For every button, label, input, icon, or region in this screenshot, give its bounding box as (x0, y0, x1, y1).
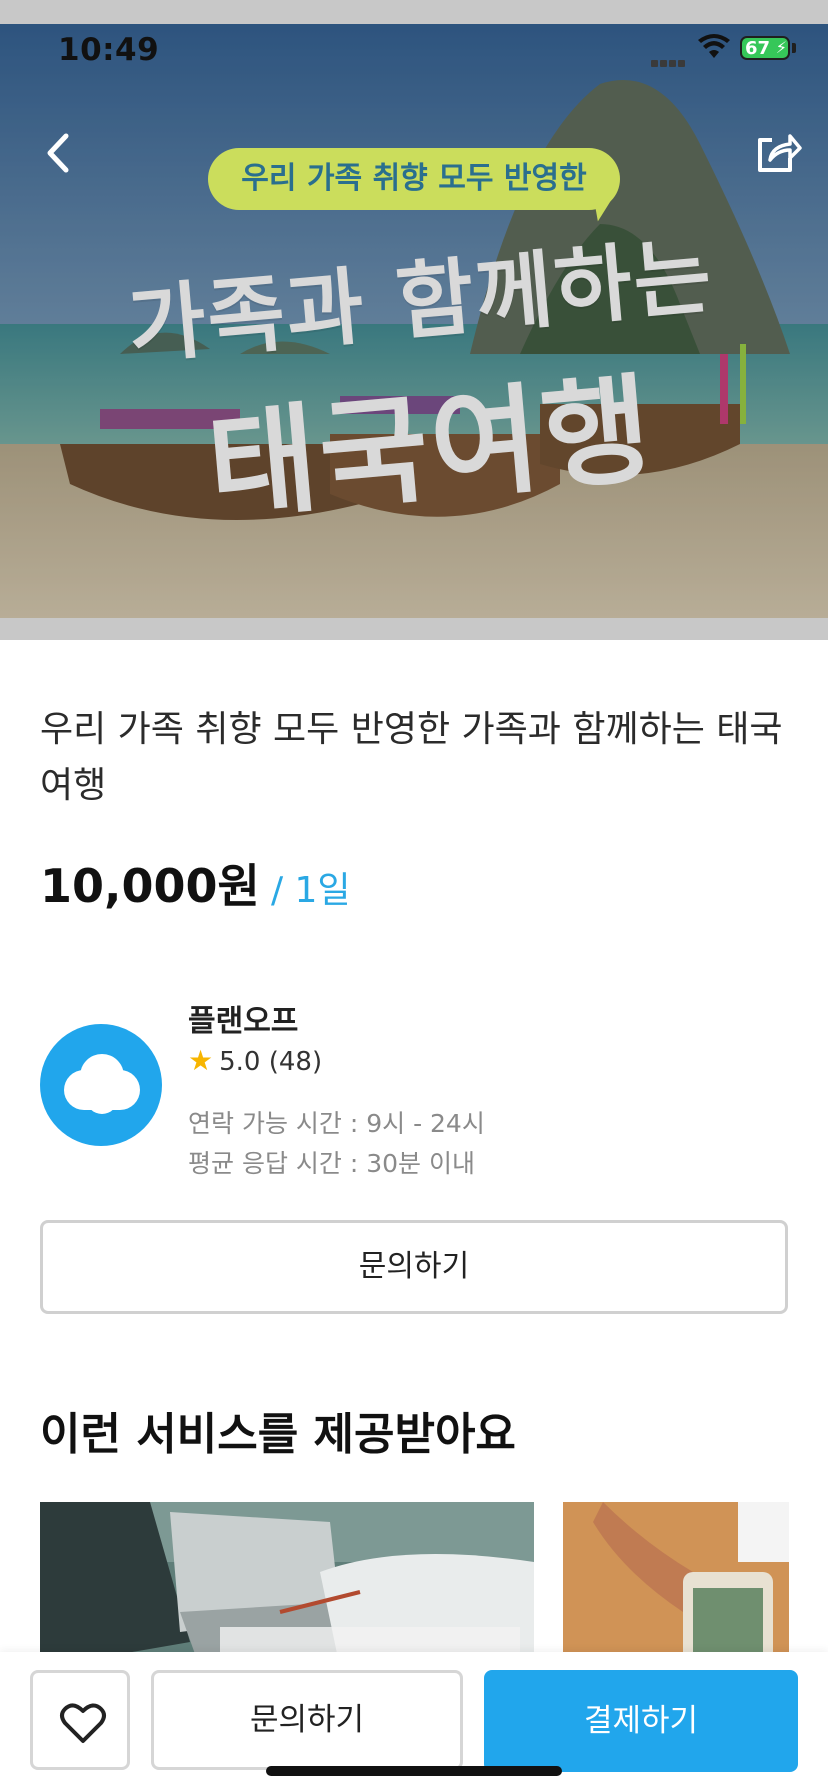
chevron-left-icon (47, 133, 69, 173)
star-icon: ★ (188, 1044, 214, 1077)
price-unit: / 1일 (270, 870, 351, 911)
price-row: 10,000원 / 1일 (40, 850, 351, 916)
seller-name[interactable]: 플랜오프 (188, 996, 298, 1040)
like-button[interactable] (30, 1670, 130, 1770)
rating-score: 5.0 (219, 1047, 261, 1077)
signal-icon (651, 52, 687, 71)
seller-avatar[interactable] (40, 1024, 162, 1146)
charging-icon: ⚡ (775, 38, 787, 57)
phone-hand-image (563, 1502, 789, 1668)
service-card-image[interactable] (563, 1502, 789, 1668)
status-bar: 10:49 67 ⚡ (0, 0, 828, 100)
home-indicator[interactable] (266, 1766, 562, 1776)
battery-cap (792, 43, 796, 53)
product-price: 10,000원 (40, 859, 260, 913)
inquiry-button[interactable]: 문의하기 (40, 1220, 788, 1314)
heart-icon (60, 1703, 106, 1743)
bottom-action-bar: 문의하기 결제하기 (0, 1652, 828, 1792)
hero-bubble-text: 우리 가족 취향 모두 반영한 (241, 161, 587, 196)
laptop-desk-image (40, 1502, 534, 1668)
review-count: (48) (268, 1047, 323, 1077)
response-time: 평균 응답 시간 : 30분 이내 (188, 1149, 475, 1178)
contact-hours: 연락 가능 시간 : 9시 - 24시 (188, 1109, 485, 1138)
share-button[interactable] (752, 128, 802, 178)
seller-rating: ★ 5.0 (48) (188, 1044, 322, 1077)
cloud-icon (64, 1054, 140, 1114)
status-time: 10:49 (58, 32, 160, 68)
product-title: 우리 가족 취향 모두 반영한 가족과 함께하는 태국 여행 (40, 709, 783, 806)
hero-banner: 10:49 67 ⚡ 우리 가족 취향 모두 반영한 가족과 함께하는 태국여행 (0, 0, 828, 640)
share-icon (758, 134, 802, 172)
services-section-title: 이런 서비스를 제공받아요 (40, 1409, 516, 1460)
pay-button[interactable]: 결제하기 (484, 1670, 798, 1772)
service-card-image[interactable] (40, 1502, 534, 1668)
back-button[interactable] (36, 128, 80, 178)
battery-level: 67 (745, 38, 771, 59)
battery-icon: 67 ⚡ (740, 36, 790, 60)
bottom-inquiry-button[interactable]: 문의하기 (151, 1670, 463, 1770)
wifi-icon (697, 34, 731, 64)
